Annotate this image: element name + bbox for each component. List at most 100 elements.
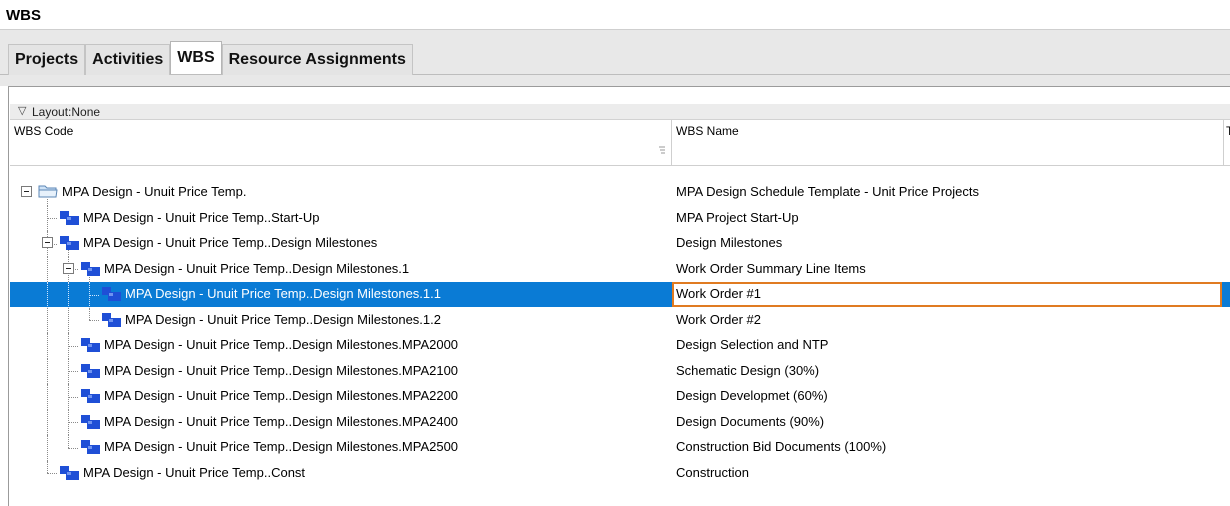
tree-guide-line [68, 371, 78, 373]
wbs-code-cell[interactable]: MPA Design - Unuit Price Temp..Design Mi… [10, 307, 672, 333]
tree-guide-line [47, 333, 48, 359]
tree-guide-line [68, 282, 69, 308]
wbs-name-cell[interactable]: Work Order #1 [672, 282, 1222, 307]
wbs-code-text: MPA Design - Unuit Price Temp..Design Mi… [104, 439, 459, 454]
tree-guide-line [47, 460, 48, 474]
table-row[interactable]: MPA Design - Unuit Price Temp..Design Mi… [10, 358, 1230, 384]
wbs-node-icon [81, 414, 100, 429]
column-header-label: T [1226, 124, 1230, 138]
tree-guide-line [47, 409, 48, 435]
wbs-node-icon [81, 440, 100, 454]
table-row[interactable]: MPA Design - Unuit Price Temp..Design Mi… [10, 435, 1230, 461]
table-row[interactable]: MPA Design - Unuit Price Temp..Design Mi… [10, 282, 1230, 308]
chevron-down-icon[interactable]: ▽ [18, 104, 26, 117]
layout-bar[interactable]: ▽ Layout:None [10, 104, 1230, 120]
wbs-name-cell[interactable]: MPA Project Start-Up [676, 210, 799, 225]
wbs-name-cell[interactable]: Construction [676, 465, 749, 480]
wbs-code-cell[interactable]: MPA Design - Unuit Price Temp..Const [10, 460, 672, 486]
tab-wbs[interactable]: WBS [170, 41, 222, 74]
wbs-name-cell[interactable]: Work Order Summary Line Items [676, 261, 866, 276]
wbs-code-cell[interactable]: MPA Design - Unuit Price Temp. [10, 180, 672, 206]
tree-guide-line [47, 358, 48, 384]
wbs-code-text: MPA Design - Unuit Price Temp..Design Mi… [104, 413, 459, 429]
table-row[interactable]: MPA Design - Unuit Price Temp..Design Mi… [10, 231, 1230, 257]
tree-guide-line [47, 218, 57, 220]
wbs-code-text: MPA Design - Unuit Price Temp..Start-Up [83, 209, 320, 225]
window-title: WBS [0, 0, 1230, 30]
tab-resource-assignments[interactable]: Resource Assignments [221, 44, 413, 75]
column-header-label: WBS Code [14, 124, 74, 138]
wbs-name-cell[interactable]: Work Order #2 [676, 312, 761, 327]
table-row[interactable]: MPA Design - Unuit Price Temp..Start-Up M… [10, 205, 1230, 231]
wbs-name-cell[interactable]: Design Documents (90%) [676, 414, 824, 429]
tree-guide-line [89, 320, 99, 322]
tree-guide-line [68, 307, 69, 333]
tree-guide-line [68, 396, 78, 398]
wbs-code-cell[interactable]: MPA Design - Unuit Price Temp..Design Mi… [10, 333, 672, 359]
table-row[interactable]: MPA Design - Unuit Price Temp..Const Cons… [10, 460, 1230, 486]
wbs-name-cell[interactable]: MPA Design Schedule Template - Unit Pric… [676, 184, 979, 199]
wbs-node-icon [102, 312, 121, 327]
collapse-toggle-icon[interactable] [42, 237, 53, 248]
tree-guide-line [89, 307, 90, 321]
tree-guide-line [47, 307, 48, 333]
wbs-node-icon [81, 363, 100, 378]
wbs-name-cell[interactable]: Construction Bid Documents (100%) [676, 439, 886, 454]
tree-guide-line [68, 422, 78, 424]
wbs-code-cell[interactable]: MPA Design - Unuit Price Temp..Design Mi… [10, 256, 672, 282]
wbs-node-icon [81, 389, 100, 403]
wbs-node-icon [60, 465, 79, 480]
column-header-wbs-name[interactable]: WBS Name [672, 120, 1224, 166]
wbs-code-text: MPA Design - Unuit Price Temp..Design Mi… [104, 362, 459, 378]
wbs-code-text: MPA Design - Unuit Price Temp. [62, 184, 247, 199]
tree-guide-line [47, 473, 57, 475]
column-header-wbs-code[interactable]: WBS Code [10, 120, 672, 166]
collapse-toggle-icon[interactable] [63, 262, 74, 274]
tree-guide-line [89, 294, 99, 296]
wbs-name-cell[interactable]: Design Milestones [676, 235, 782, 250]
wbs-code-text: MPA Design - Unuit Price Temp..Design Mi… [104, 337, 459, 352]
wbs-code-text: MPA Design - Unuit Price Temp..Design Mi… [83, 235, 378, 250]
layout-label: Layout:None [32, 105, 101, 119]
tab-strip: Projects Activities WBS Resource Assignm… [8, 41, 413, 75]
column-header-next[interactable]: T [1224, 120, 1230, 166]
wbs-code-cell[interactable]: MPA Design - Unuit Price Temp..Design Mi… [10, 384, 672, 410]
sort-icon[interactable] [658, 145, 666, 155]
table-row[interactable]: MPA Design - Unuit Price Temp..Design Mi… [10, 409, 1230, 435]
tree-guide-line [68, 447, 78, 449]
table-row[interactable]: MPA Design - Unuit Price Temp..Design Mi… [10, 384, 1230, 410]
wbs-rows: MPA Design - Unuit Price Temp. MPA Design… [10, 180, 1230, 506]
tree-guide-line [47, 384, 48, 410]
folder-icon [38, 185, 58, 198]
wbs-name-cell[interactable]: Design Developmet (60%) [676, 388, 828, 403]
wbs-node-icon [60, 210, 79, 225]
wbs-code-cell[interactable]: MPA Design - Unuit Price Temp..Start-Up [10, 205, 672, 231]
tab-activities[interactable]: Activities [85, 44, 171, 75]
wbs-code-cell[interactable]: MPA Design - Unuit Price Temp..Design Mi… [10, 435, 672, 461]
wbs-name-cell[interactable]: Schematic Design (30%) [676, 363, 819, 378]
wbs-code-text: MPA Design - Unuit Price Temp..Design Mi… [125, 311, 441, 327]
wbs-code-cell[interactable]: MPA Design - Unuit Price Temp..Design Mi… [10, 358, 672, 384]
wbs-node-icon [81, 261, 100, 276]
collapse-toggle-icon[interactable] [21, 186, 32, 197]
wbs-code-text: MPA Design - Unuit Price Temp..Design Mi… [104, 388, 459, 403]
wbs-code-text: MPA Design - Unuit Price Temp..Const [83, 464, 306, 480]
wbs-code-cell[interactable]: MPA Design - Unuit Price Temp..Design Mi… [10, 231, 672, 257]
wbs-node-icon [102, 287, 121, 301]
table-row[interactable]: MPA Design - Unuit Price Temp. MPA Design… [10, 180, 1230, 206]
tab-projects[interactable]: Projects [8, 44, 86, 75]
wbs-code-text: MPA Design - Unuit Price Temp..Design Mi… [104, 260, 410, 276]
table-row[interactable]: MPA Design - Unuit Price Temp..Design Mi… [10, 333, 1230, 359]
wbs-code-cell[interactable]: MPA Design - Unuit Price Temp..Design Mi… [10, 282, 672, 308]
wbs-node-icon [81, 338, 100, 352]
tree-guide-line [47, 282, 48, 308]
tree-guide-line [68, 345, 78, 347]
tree-guide-line [47, 198, 48, 206]
wbs-node-icon [60, 236, 79, 250]
table-row[interactable]: MPA Design - Unuit Price Temp..Design Mi… [10, 307, 1230, 333]
tree-guide-line [47, 256, 48, 282]
column-header-label: WBS Name [676, 124, 739, 138]
table-row[interactable]: MPA Design - Unuit Price Temp..Design Mi… [10, 256, 1230, 282]
wbs-code-cell[interactable]: MPA Design - Unuit Price Temp..Design Mi… [10, 409, 672, 435]
wbs-name-cell[interactable]: Design Selection and NTP [676, 337, 828, 352]
